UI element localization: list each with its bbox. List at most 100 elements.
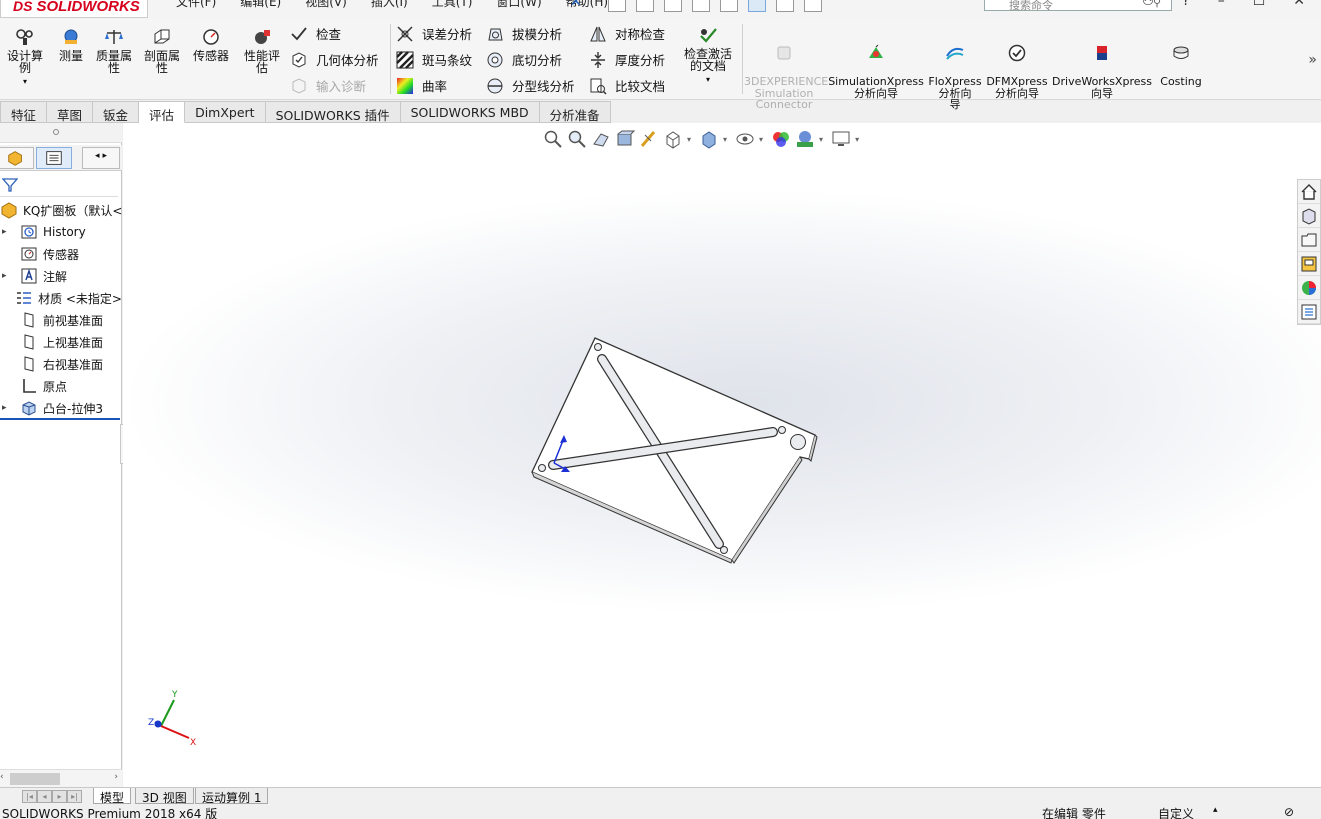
mass-properties-button[interactable]: 质量属 性 xyxy=(92,28,136,74)
minimize-icon[interactable]: – xyxy=(1218,0,1225,9)
reference-triad[interactable]: Y X Z xyxy=(147,688,207,748)
rebuild-icon[interactable] xyxy=(720,0,738,12)
scrollbar-thumb[interactable] xyxy=(10,773,60,785)
tab-evaluate[interactable]: 评估 xyxy=(139,101,186,123)
part-model[interactable] xyxy=(123,123,1321,787)
sensor-button[interactable]: 传感器 xyxy=(190,28,232,62)
panel-grip[interactable] xyxy=(0,123,122,143)
filter-funnel-icon[interactable] xyxy=(2,177,18,193)
floxpress-button[interactable]: FloXpress 分析向 导 xyxy=(928,32,982,111)
tree-item[interactable]: ▸ 凸台-拉伸3 xyxy=(0,397,122,419)
ribbon-overflow-chevron-icon[interactable]: » xyxy=(1308,52,1317,68)
open-icon[interactable] xyxy=(664,0,682,12)
rebuild-status-icon[interactable]: ⊘ xyxy=(1284,805,1294,819)
undercut-analysis-button[interactable]: 底切分析 xyxy=(486,50,562,69)
tab-dimxpert[interactable]: DimXpert xyxy=(185,101,266,123)
simulationxpress-button[interactable]: SimulationXpress 分析向导 xyxy=(828,32,924,99)
print-icon[interactable] xyxy=(692,0,710,12)
parting-line-analysis-button[interactable]: 分型线分析 xyxy=(486,76,575,95)
horizontal-scrollbar[interactable]: ‹ › xyxy=(0,769,122,787)
tab-analysis-preparation[interactable]: 分析准备 xyxy=(539,101,611,123)
measure-button[interactable]: 测量 xyxy=(54,28,88,62)
scroll-right-arrow-icon[interactable]: ▸ xyxy=(102,151,107,161)
tab-solidworks-mbd[interactable]: SOLIDWORKS MBD xyxy=(400,101,540,123)
panel-scroll-arrows[interactable]: ◂ ▸ xyxy=(82,147,120,169)
prev-tab-icon[interactable]: ◂ xyxy=(37,790,52,803)
tab-motion-study[interactable]: 运动算例 1 xyxy=(195,788,269,805)
tree-item-label: 右视基准面 xyxy=(43,357,104,372)
last-tab-icon[interactable]: ▸| xyxy=(67,790,82,803)
tree-filter[interactable] xyxy=(0,173,118,197)
expand-arrow-icon[interactable]: ▸ xyxy=(2,403,10,413)
measure-label: 测量 xyxy=(58,49,83,63)
tree-item[interactable]: 上视基准面 xyxy=(0,331,122,353)
feature-manager-tab[interactable] xyxy=(0,147,34,169)
driveworksxpress-button[interactable]: DriveWorksXpress 向导 xyxy=(1052,32,1152,99)
import-diagnostics-button[interactable]: 输入诊断 xyxy=(290,76,366,95)
menu-file[interactable]: 文件(F) xyxy=(176,0,216,10)
pin-icon[interactable]: ✕ xyxy=(570,0,582,10)
draft-analysis-button[interactable]: 拔模分析 xyxy=(486,24,562,43)
expand-arrow-icon[interactable]: ▸ xyxy=(2,271,10,281)
deviation-analysis-button[interactable]: 误差分析 xyxy=(396,24,472,43)
3dexperience-simulation-connector-button[interactable]: 3DEXPERIENCE Simulation Connector xyxy=(744,32,828,111)
menu-insert[interactable]: 插入(I) xyxy=(371,0,408,10)
thickness-analysis-button[interactable]: 厚度分析 xyxy=(589,50,665,69)
units-dropdown-icon[interactable]: ▴ xyxy=(1213,805,1218,815)
scroll-left-arrow-icon[interactable]: ‹ xyxy=(0,772,4,782)
solidworks-logo[interactable]: DS SOLIDWORKS xyxy=(0,0,148,18)
triad-y-axis xyxy=(160,699,175,727)
scroll-right-arrow-icon[interactable]: › xyxy=(114,772,118,782)
tab-sheet-metal[interactable]: 钣金 xyxy=(93,101,140,123)
check-active-document-button[interactable]: 检查激活 的文档 ▾ xyxy=(678,26,738,86)
expand-arrow-icon[interactable]: ▸ xyxy=(2,227,10,237)
costing-button[interactable]: Costing xyxy=(1156,32,1206,88)
geometry-analysis-button[interactable]: 几何体分析 xyxy=(290,50,379,69)
tree-item[interactable]: 右视基准面 xyxy=(0,353,122,375)
menu-tools[interactable]: 工具(T) xyxy=(432,0,473,10)
tree-root-part[interactable]: KQ扩圈板（默认< xyxy=(0,199,122,221)
tab-solidworks-addins[interactable]: SOLIDWORKS 插件 xyxy=(265,101,401,123)
maximize-icon[interactable]: ☐ xyxy=(1253,0,1266,9)
options-gear-icon[interactable] xyxy=(804,0,822,12)
curvature-button[interactable]: 曲率 xyxy=(396,76,447,95)
graphics-area[interactable]: ▾ ▾ ▾ ▾ ▾ ◧ ◨ – ❐ ✕ xyxy=(123,123,1321,787)
tree-item[interactable]: ▸ 注解 xyxy=(0,265,122,287)
tab-features[interactable]: 特征 xyxy=(0,101,48,123)
tree-item[interactable]: 原点 xyxy=(0,375,122,397)
close-icon[interactable]: ✕ xyxy=(1293,0,1305,9)
tree-item[interactable]: 材质 <未指定> xyxy=(0,287,122,309)
check-button[interactable]: 检查 xyxy=(290,24,341,43)
menu-edit[interactable]: 编辑(E) xyxy=(240,0,281,10)
help-icon[interactable]: ? xyxy=(1182,0,1189,9)
dfmxpress-button[interactable]: DFMXpress 分析向导 xyxy=(986,32,1048,99)
first-tab-icon[interactable]: |◂ xyxy=(22,790,37,803)
new-document-icon[interactable] xyxy=(636,0,654,12)
symmetry-check-button[interactable]: 对称检查 xyxy=(589,24,665,43)
home-icon[interactable] xyxy=(608,0,626,12)
section-properties-button[interactable]: 剖面属 性 xyxy=(140,28,184,74)
select-arrow-icon[interactable] xyxy=(748,0,766,12)
tab-model[interactable]: 模型 xyxy=(93,788,132,805)
menu-view[interactable]: 视图(V) xyxy=(305,0,347,10)
annotation-icon xyxy=(21,268,37,284)
tab-3d-view[interactable]: 3D 视图 xyxy=(135,788,194,805)
performance-evaluation-button[interactable]: 性能评 估 xyxy=(240,28,284,74)
dropdown-arrow-icon[interactable]: ▾ xyxy=(23,77,27,86)
scroll-left-arrow-icon[interactable]: ◂ xyxy=(95,151,100,161)
tab-sketch[interactable]: 草图 xyxy=(47,101,94,123)
tree-item[interactable]: ▸ History xyxy=(0,221,122,243)
file-properties-icon[interactable] xyxy=(776,0,794,12)
menu-window[interactable]: 窗口(W) xyxy=(496,0,541,10)
status-units[interactable]: 自定义 xyxy=(1158,805,1194,819)
compare-documents-button[interactable]: 比较文档 xyxy=(589,76,665,95)
dropdown-arrow-icon[interactable]: ▾ xyxy=(706,75,710,84)
tree-item[interactable]: 前视基准面 xyxy=(0,309,122,331)
design-study-button[interactable]: 设计算 例 ▾ xyxy=(4,28,46,88)
triad-z-label: Z xyxy=(148,718,154,728)
tree-item[interactable]: 传感器 xyxy=(0,243,122,265)
zebra-stripes-button[interactable]: 斑马条纹 xyxy=(396,50,472,69)
next-tab-icon[interactable]: ▸ xyxy=(52,790,67,803)
user-icon[interactable]: ⚇ xyxy=(1142,0,1155,9)
property-manager-tab[interactable] xyxy=(36,147,72,169)
